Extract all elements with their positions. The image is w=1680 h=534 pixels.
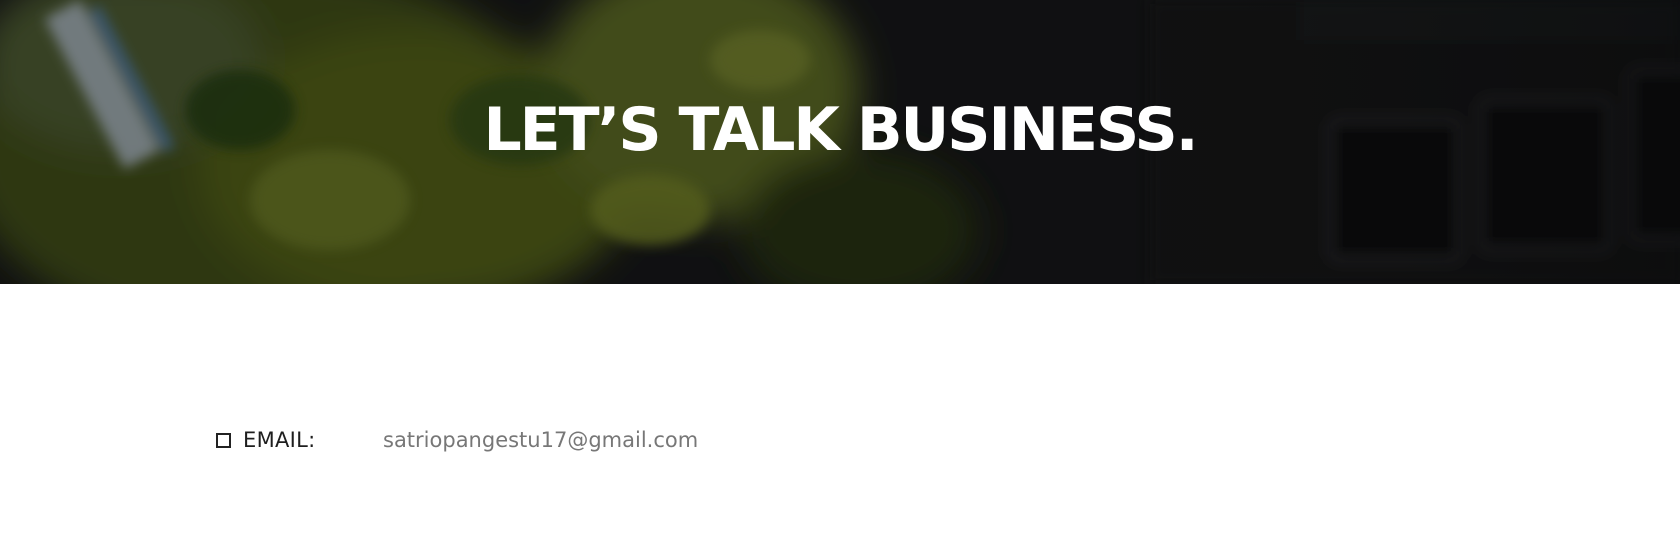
page-title: LET’S TALK BUSINESS.	[483, 95, 1198, 165]
contact-email-row: EMAIL: satriopangestu17@gmail.com	[216, 424, 698, 456]
email-link[interactable]: satriopangestu17@gmail.com	[383, 428, 698, 452]
checkbox-icon[interactable]	[216, 432, 231, 448]
email-label: EMAIL:	[243, 428, 316, 452]
hero-banner: LET’S TALK BUSINESS.	[0, 0, 1680, 284]
